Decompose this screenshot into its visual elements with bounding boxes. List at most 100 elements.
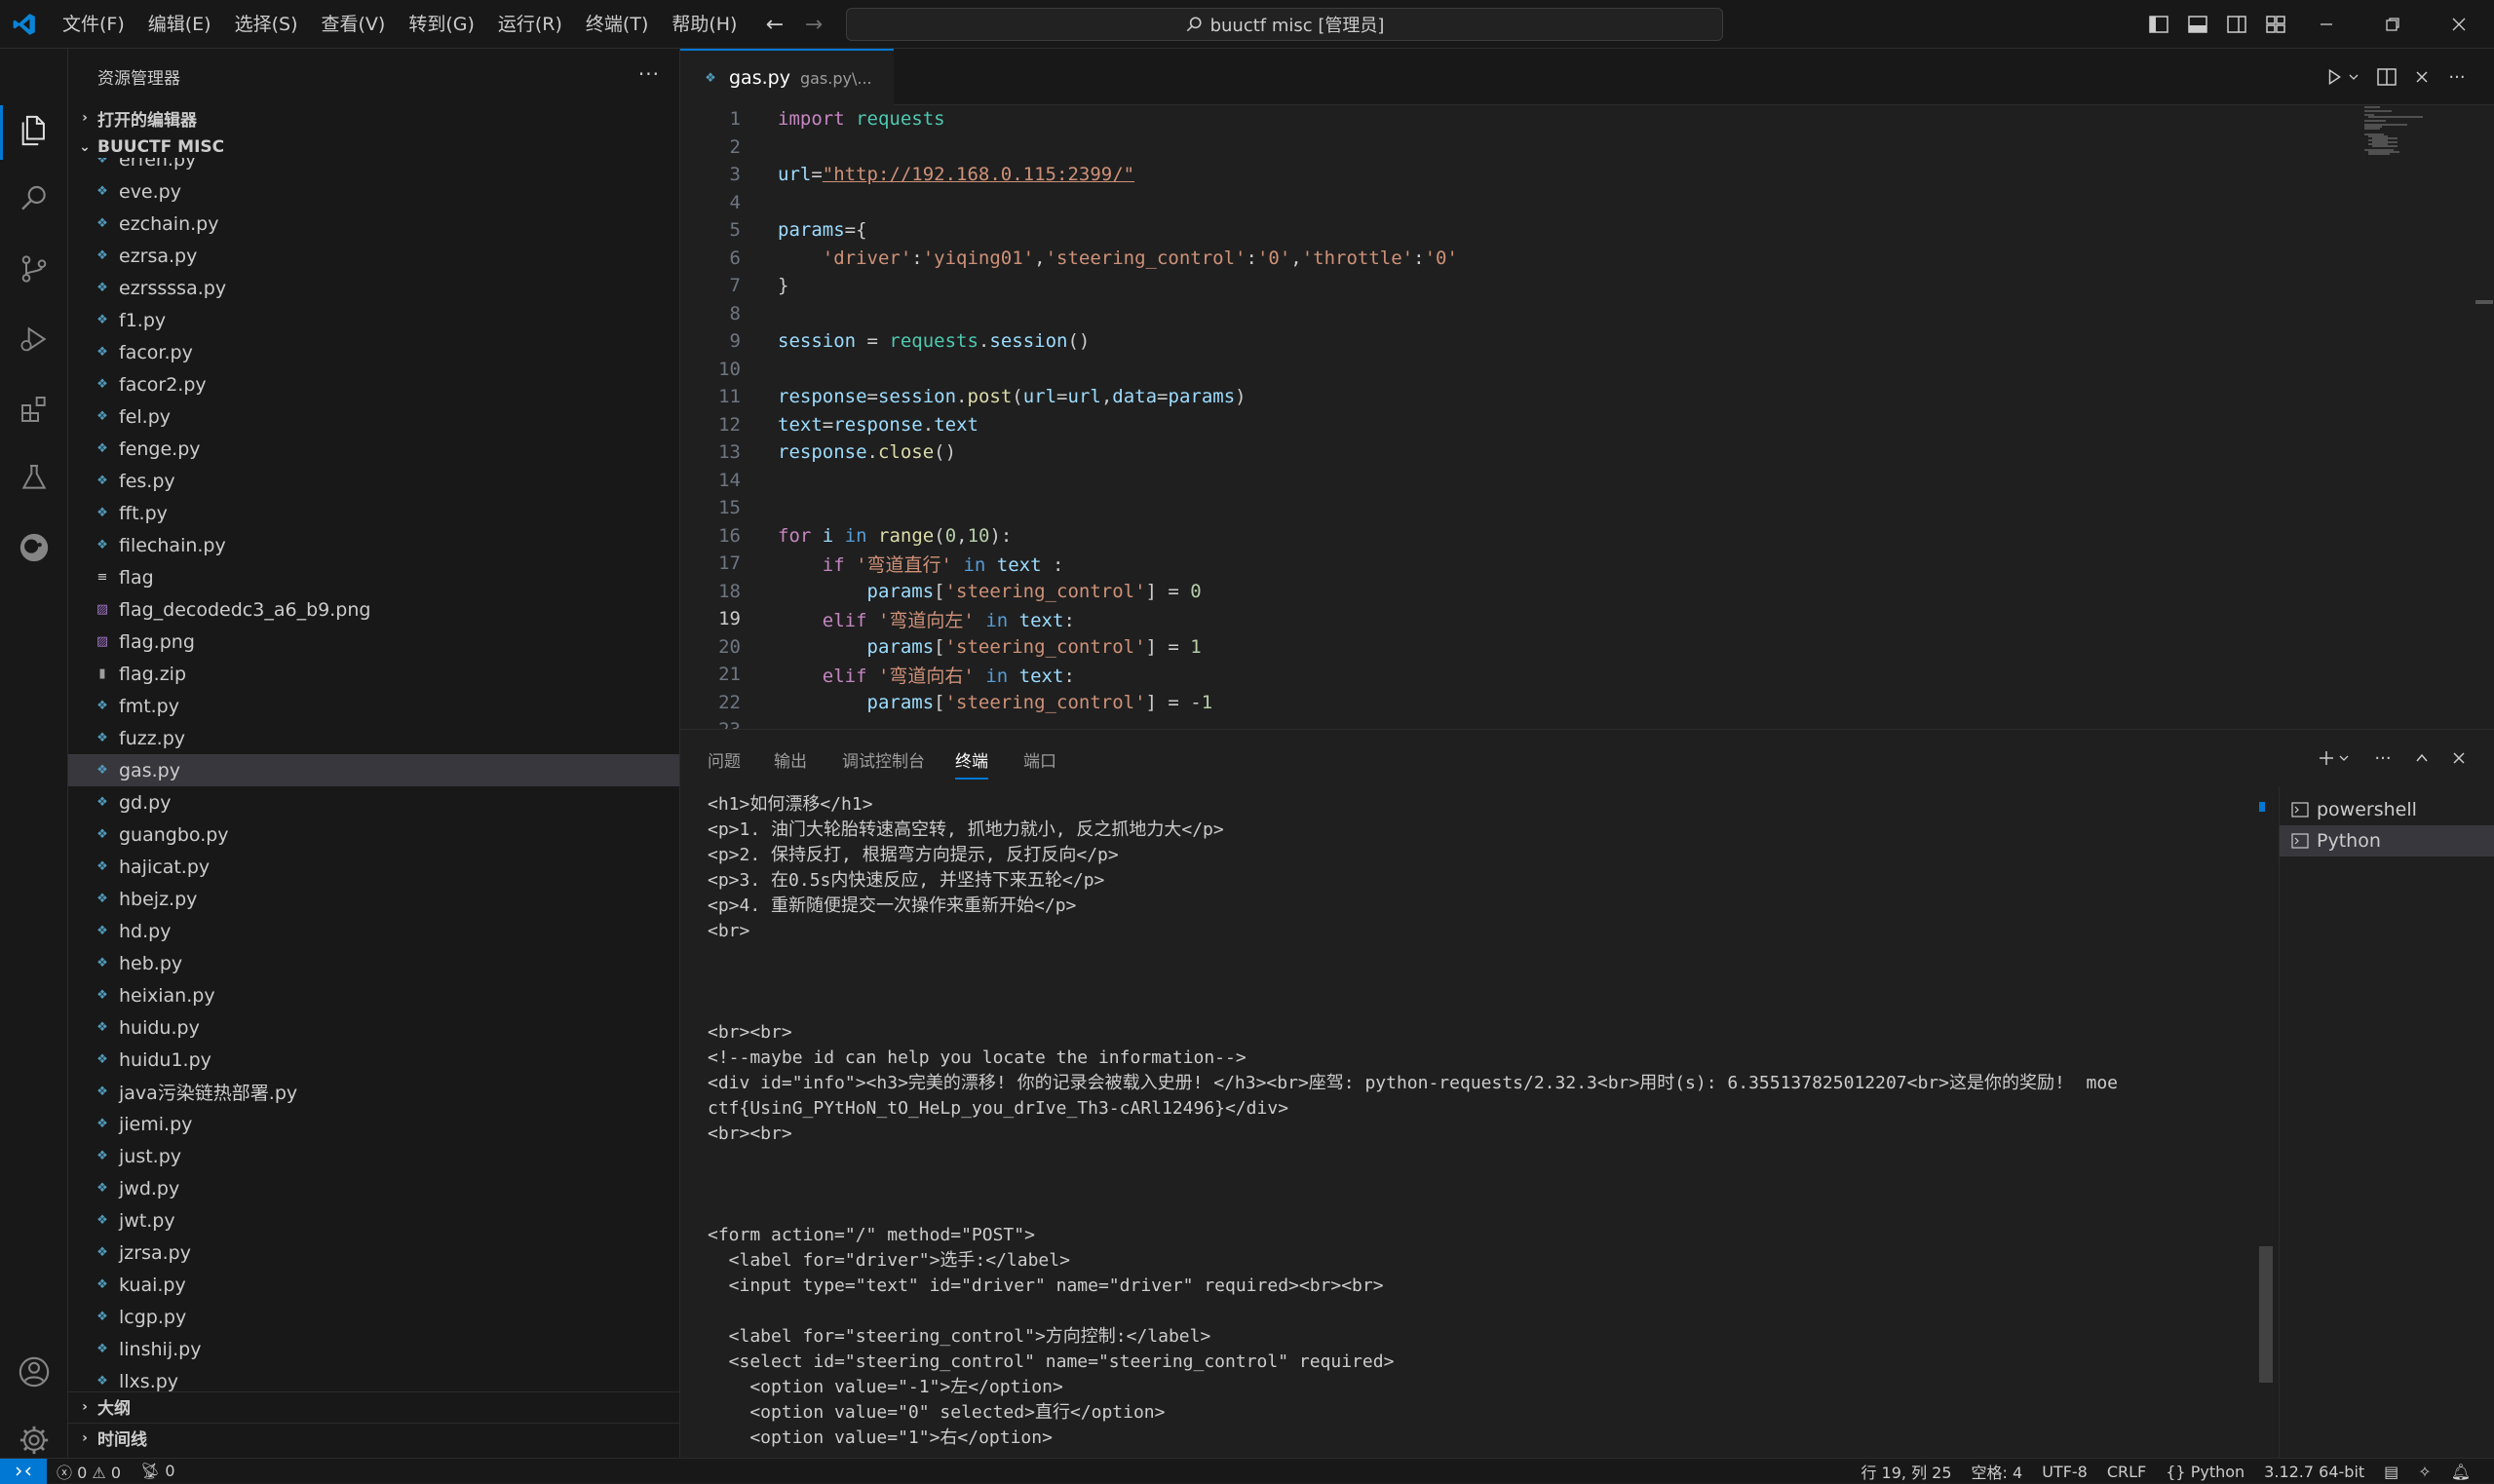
close-panel-icon[interactable] bbox=[2444, 743, 2474, 773]
search-icon[interactable] bbox=[15, 179, 54, 218]
file-item[interactable]: ❖ gas.py bbox=[68, 754, 679, 786]
file-item[interactable]: ❖ fes.py bbox=[68, 465, 679, 497]
run-dropdown-chevron-icon[interactable] bbox=[2345, 62, 2362, 92]
file-item[interactable]: ❖ hajicat.py bbox=[68, 851, 679, 883]
indentation[interactable]: 空格: 4 bbox=[1962, 1460, 2033, 1483]
file-item[interactable]: ❖ heixian.py bbox=[68, 979, 679, 1011]
tab-terminal[interactable]: 终端 bbox=[955, 747, 988, 780]
file-item[interactable]: ❖ huidu1.py bbox=[68, 1044, 679, 1076]
menu-run[interactable]: 运行(R) bbox=[486, 0, 574, 49]
outline-section[interactable]: › 大纲 bbox=[68, 1391, 679, 1421]
problems-status[interactable]: ⓧ 0 ⚠ 0 bbox=[47, 1460, 131, 1483]
terminal-dropdown-chevron-icon[interactable] bbox=[2335, 743, 2353, 773]
menu-view[interactable]: 查看(V) bbox=[310, 0, 398, 49]
forward-arrow-icon[interactable]: → bbox=[799, 10, 828, 39]
file-item[interactable]: ❖ jwt.py bbox=[68, 1204, 679, 1237]
file-item[interactable]: ❖ f1.py bbox=[68, 304, 679, 336]
file-item[interactable]: ❖ huidu.py bbox=[68, 1011, 679, 1044]
file-item[interactable]: ❖ hbejz.py bbox=[68, 883, 679, 915]
ports-status[interactable]: 📡︎ 0 bbox=[131, 1462, 185, 1480]
editor-more-actions-icon[interactable]: ··· bbox=[2442, 62, 2472, 92]
menu-edit[interactable]: 编辑(E) bbox=[136, 0, 223, 49]
menu-file[interactable]: 文件(F) bbox=[51, 0, 136, 49]
testing-flask-icon[interactable] bbox=[15, 458, 54, 497]
minimap[interactable] bbox=[2364, 105, 2481, 261]
file-item[interactable]: ❖ fenge.py bbox=[68, 433, 679, 465]
language-mode[interactable]: {} Python bbox=[2156, 1463, 2254, 1481]
tab-gas-py[interactable]: ❖ gas.py gas.py\... bbox=[680, 49, 894, 105]
toggle-secondary-sidebar-icon[interactable] bbox=[2222, 10, 2251, 39]
file-item[interactable]: ❖ filechain.py bbox=[68, 529, 679, 561]
file-item[interactable]: ❖ heb.py bbox=[68, 947, 679, 979]
close-window-icon[interactable] bbox=[2444, 10, 2474, 39]
file-item[interactable]: ❖ erfen.py bbox=[68, 158, 679, 175]
file-item[interactable]: ❖ fuzz.py bbox=[68, 722, 679, 754]
command-center-search[interactable]: buuctf misc [管理员] bbox=[846, 8, 1723, 41]
toggle-primary-sidebar-icon[interactable] bbox=[2144, 10, 2173, 39]
terminal-output[interactable]: <h1>如何漂移</h1> <p>1. 油门大轮胎转速高空转, 抓地力就小, 反… bbox=[680, 786, 2259, 1459]
file-item[interactable]: ❖ fft.py bbox=[68, 497, 679, 529]
cursor-position[interactable]: 行 19, 列 25 bbox=[1851, 1460, 1961, 1483]
file-item[interactable]: ❖ eve.py bbox=[68, 175, 679, 208]
timeline-section[interactable]: › 时间线 bbox=[68, 1423, 679, 1452]
panel-more-actions-icon[interactable]: ··· bbox=[2368, 743, 2398, 773]
tab-output[interactable]: 输出 bbox=[774, 747, 807, 772]
file-item[interactable]: ❖ gd.py bbox=[68, 786, 679, 818]
code-editor[interactable]: 1 import requests 2 3 url="http://192.168.0.… bbox=[680, 105, 2494, 729]
file-item[interactable]: ❖ fmt.py bbox=[68, 690, 679, 722]
toggle-panel-icon[interactable] bbox=[2183, 10, 2212, 39]
folder-section[interactable]: ⌄ BUUCTF MISC bbox=[68, 136, 679, 158]
menu-selection[interactable]: 选择(S) bbox=[223, 0, 310, 49]
file-item[interactable]: ❖ facor.py bbox=[68, 336, 679, 368]
file-item[interactable]: ❖ jiemi.py bbox=[68, 1108, 679, 1140]
split-editor-icon[interactable] bbox=[2372, 62, 2401, 92]
terminal-scrollbar-thumb[interactable] bbox=[2259, 1246, 2273, 1383]
tab-problems[interactable]: 问题 bbox=[708, 747, 741, 772]
line-ending[interactable]: CRLF bbox=[2097, 1463, 2156, 1481]
remote-explorer-icon[interactable] bbox=[15, 528, 54, 567]
file-item[interactable]: ❖ facor2.py bbox=[68, 368, 679, 400]
file-item[interactable]: ❖ ezchain.py bbox=[68, 208, 679, 240]
terminal-item-powershell[interactable]: powershell bbox=[2280, 794, 2494, 825]
minimize-icon[interactable] bbox=[2312, 10, 2341, 39]
editor-scrollbar[interactable] bbox=[2475, 300, 2493, 304]
copilot-icon[interactable]: ✧ bbox=[2408, 1463, 2440, 1481]
file-item[interactable]: ▨ flag_decodedc3_a6_b9.png bbox=[68, 593, 679, 626]
file-item[interactable]: ❖ guangbo.py bbox=[68, 818, 679, 851]
account-icon[interactable] bbox=[15, 1352, 54, 1391]
source-control-icon[interactable] bbox=[15, 249, 54, 288]
restore-icon[interactable] bbox=[2378, 10, 2407, 39]
python-interpreter[interactable]: 3.12.7 64-bit bbox=[2254, 1463, 2374, 1481]
close-editor-icon[interactable] bbox=[2407, 62, 2436, 92]
menu-terminal[interactable]: 终端(T) bbox=[574, 0, 660, 49]
customize-layout-icon[interactable] bbox=[2261, 10, 2290, 39]
menu-help[interactable]: 帮助(H) bbox=[660, 0, 748, 49]
explorer-icon[interactable] bbox=[15, 111, 54, 150]
menu-go[interactable]: 转到(G) bbox=[397, 0, 486, 49]
file-item[interactable]: ❖ ezrssssa.py bbox=[68, 272, 679, 304]
back-arrow-icon[interactable]: ← bbox=[760, 10, 789, 39]
file-item[interactable]: ❖ jwd.py bbox=[68, 1172, 679, 1204]
file-item[interactable]: ❖ hd.py bbox=[68, 915, 679, 947]
extensions-icon[interactable] bbox=[15, 390, 54, 429]
tab-debug-console[interactable]: 调试控制台 bbox=[842, 747, 925, 772]
file-item[interactable]: ❖ fel.py bbox=[68, 400, 679, 433]
remote-indicator-icon[interactable] bbox=[0, 1458, 47, 1484]
file-item[interactable]: ▨ flag.png bbox=[68, 626, 679, 658]
terminal-item-python[interactable]: Python bbox=[2280, 825, 2494, 856]
file-item[interactable]: ❖ jzrsa.py bbox=[68, 1237, 679, 1269]
more-actions-icon[interactable]: ··· bbox=[638, 62, 660, 86]
file-item[interactable]: ▮ flag.zip bbox=[68, 658, 679, 690]
run-debug-icon[interactable] bbox=[15, 320, 54, 359]
file-item[interactable]: ❖ kuai.py bbox=[68, 1269, 679, 1301]
open-editors-section[interactable]: › 打开的编辑器 bbox=[68, 103, 679, 133]
file-item[interactable]: ≡ flag bbox=[68, 561, 679, 593]
file-item[interactable]: ❖ ezrsa.py bbox=[68, 240, 679, 272]
file-item[interactable]: ❖ linshij.py bbox=[68, 1333, 679, 1365]
file-item[interactable]: ❖ just.py bbox=[68, 1140, 679, 1172]
file-status-icon[interactable]: ▤ bbox=[2374, 1463, 2408, 1481]
file-item[interactable]: ❖ java污染链热部署.py bbox=[68, 1076, 679, 1108]
tab-ports[interactable]: 端口 bbox=[1023, 747, 1056, 772]
encoding[interactable]: UTF-8 bbox=[2032, 1463, 2097, 1481]
settings-gear-icon[interactable] bbox=[15, 1421, 54, 1460]
